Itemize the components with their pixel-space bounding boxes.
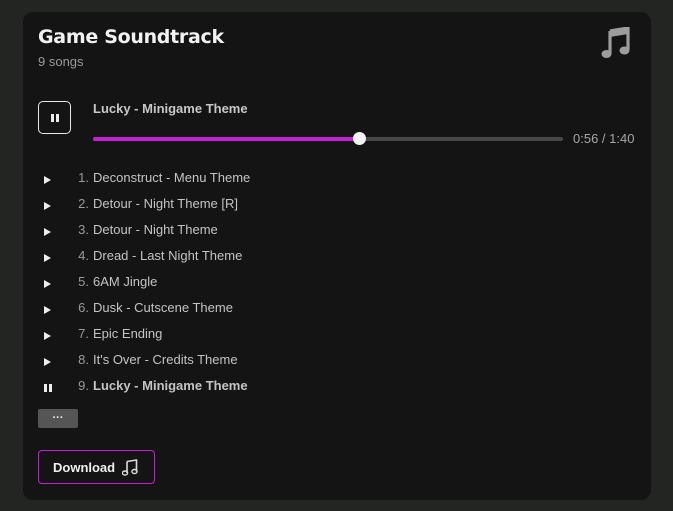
time-display: 0:56 / 1:40 [573,131,635,146]
track-row[interactable]: 2. Detour - Night Theme [R] [23,192,651,218]
play-icon [44,280,51,288]
pause-icon [44,384,52,392]
play-icon [44,176,51,184]
track-number: 1. [78,170,89,185]
track-title: Detour - Night Theme [R] [93,196,238,211]
track-play-button[interactable] [44,305,54,315]
track-row[interactable]: 9. Lucky - Minigame Theme [23,374,651,400]
track-number: 8. [78,352,89,367]
pause-icon [51,114,59,122]
track-row[interactable]: 6. Dusk - Cutscene Theme [23,296,651,322]
track-play-button[interactable] [44,279,54,289]
track-play-button[interactable] [44,201,54,211]
track-number: 3. [78,222,89,237]
album-title: Game Soundtrack [38,26,224,48]
music-note-icon [601,27,630,58]
play-icon [44,254,51,262]
track-number: 2. [78,196,89,211]
track-row[interactable]: 1. Deconstruct - Menu Theme [23,166,651,192]
play-icon [44,228,51,236]
track-row[interactable]: 5. 6AM Jingle [23,270,651,296]
track-number: 6. [78,300,89,315]
progress-slider[interactable] [93,132,563,145]
track-play-button[interactable] [44,175,54,185]
download-label: Download [53,460,116,475]
play-icon [44,332,51,340]
track-title: 6AM Jingle [93,274,158,289]
track-number: 4. [78,248,89,263]
track-row[interactable]: 7. Epic Ending [23,322,651,348]
progress-fill [93,137,360,141]
track-play-button[interactable] [44,227,54,237]
track-list: 1. Deconstruct - Menu Theme 2. Detour - Nig… [23,166,651,400]
song-count: 9 songs [38,54,84,69]
track-play-button[interactable] [44,331,54,341]
play-icon [44,358,51,366]
music-note-icon [122,459,138,476]
track-number: 5. [78,274,89,289]
track-row[interactable]: 8. It's Over - Credits Theme [23,348,651,374]
track-title: Deconstruct - Menu Theme [93,170,251,185]
pause-button[interactable] [38,101,71,134]
play-icon [44,202,51,210]
now-playing-title: Lucky - Minigame Theme [93,101,248,116]
progress-thumb[interactable] [353,132,367,145]
track-title: Dusk - Cutscene Theme [93,300,233,315]
track-row[interactable]: 4. Dread - Last Night Theme [23,244,651,270]
track-number: 7. [78,326,89,341]
track-title: Epic Ending [93,326,163,341]
track-title: It's Over - Credits Theme [93,352,238,367]
track-number: 9. [78,378,89,393]
play-icon [44,306,51,314]
track-play-button[interactable] [44,253,54,263]
soundtrack-card: Game Soundtrack 9 songs Lucky - Minigame… [23,12,651,500]
download-button[interactable]: Download [38,450,155,484]
more-button[interactable]: ··· [38,409,78,428]
track-row[interactable]: 3. Detour - Night Theme [23,218,651,244]
track-play-button[interactable] [44,357,54,367]
track-title: Dread - Last Night Theme [93,248,243,263]
track-title: Detour - Night Theme [93,222,218,237]
track-pause-button[interactable] [44,383,54,393]
track-title: Lucky - Minigame Theme [93,378,248,393]
